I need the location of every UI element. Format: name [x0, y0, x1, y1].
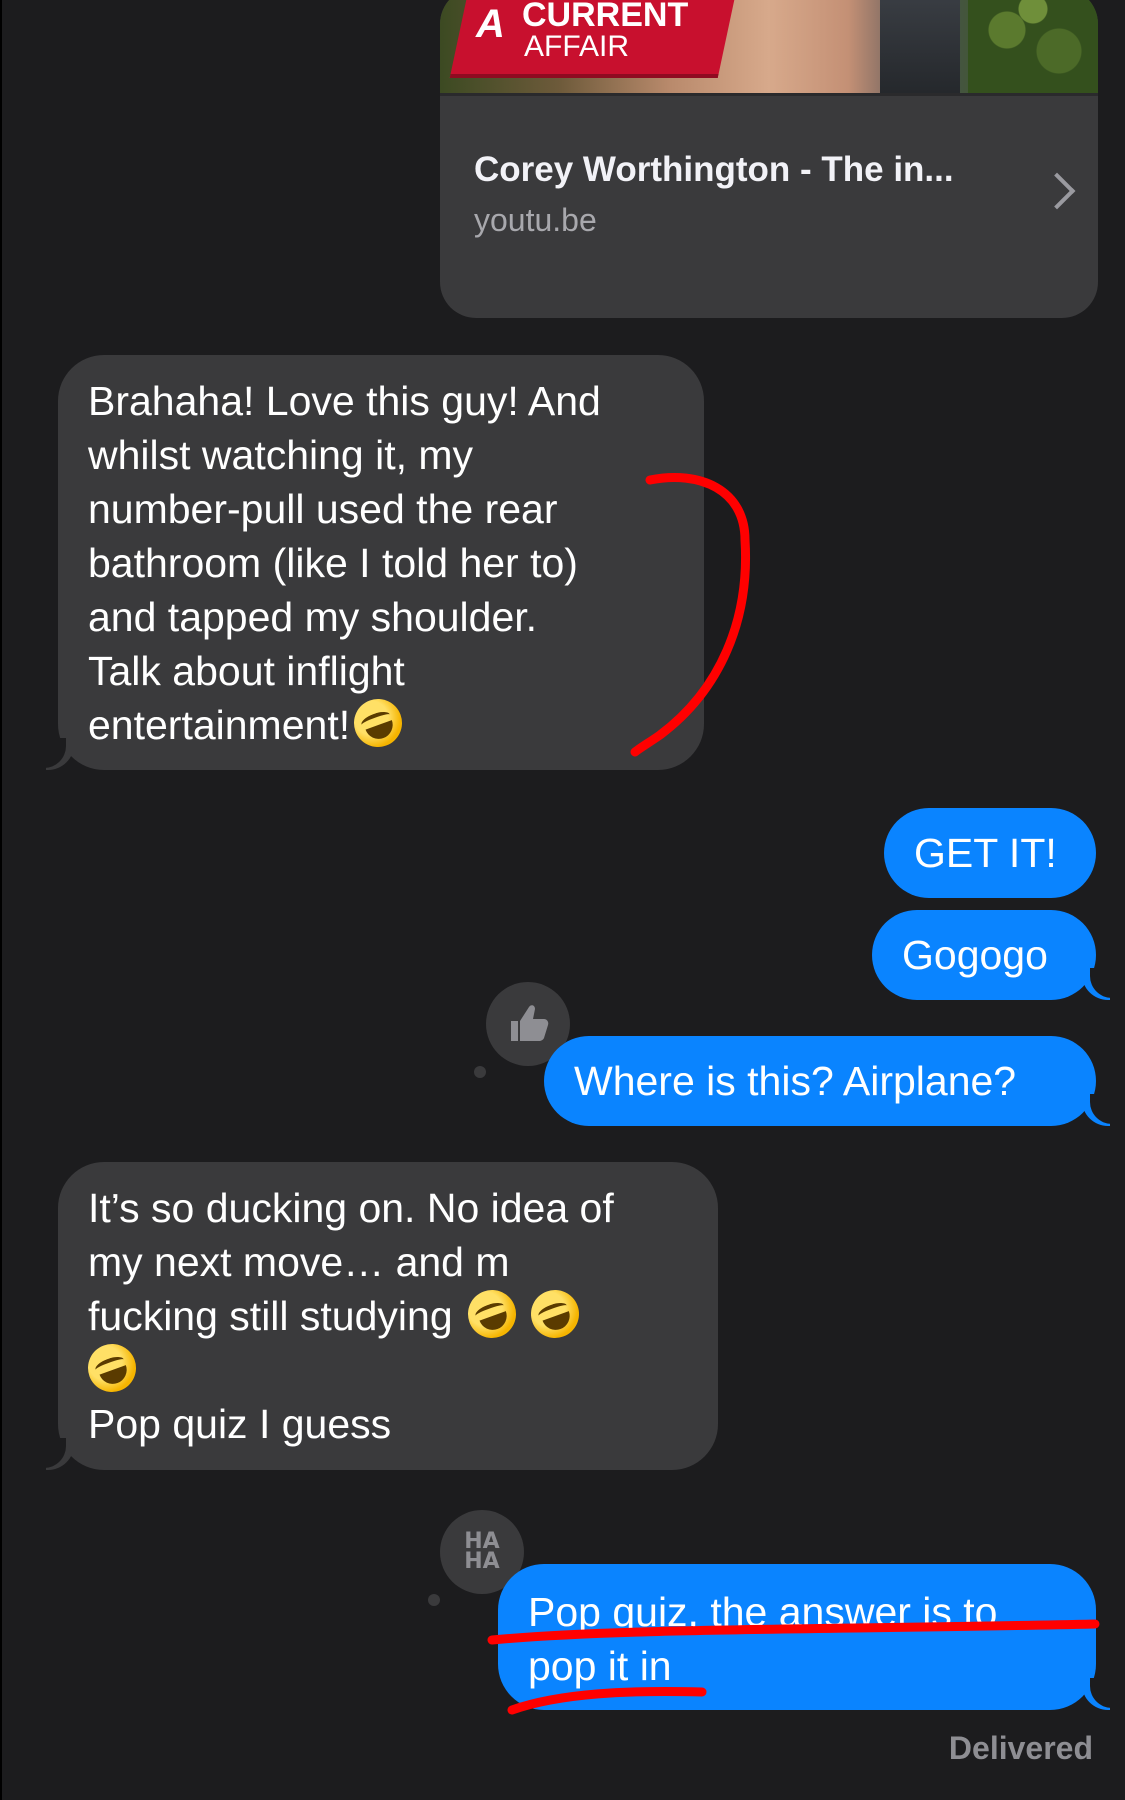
- video-thumbnail: A CURRENT AFFAIR: [440, 0, 1098, 93]
- sent-message-bubble[interactable]: GET IT!: [884, 808, 1096, 898]
- delivery-status: Delivered: [948, 1730, 1093, 1766]
- sent-message-bubble[interactable]: Where is this? Airplane?: [544, 1036, 1120, 1126]
- thumbs-up-icon: [511, 1005, 549, 1041]
- logo-line-2: AFFAIR: [524, 30, 630, 63]
- rofl-emoji-icon: [524, 1283, 587, 1345]
- message-line-with-emoji: entertainment!: [88, 692, 674, 754]
- sent-message-bubble[interactable]: Pop quiz, the answer is to pop it in: [498, 1564, 1120, 1710]
- message-text: GET IT!: [914, 830, 1057, 876]
- tapback-dot: [428, 1594, 440, 1606]
- bubble-tail: [1082, 1678, 1120, 1710]
- message-line: Pop quiz I guess: [88, 1401, 392, 1447]
- message-line: Brahaha! Love this guy! And: [88, 378, 601, 424]
- message-text: Where is this? Airplane?: [574, 1058, 1017, 1104]
- message-line: Talk about inflight: [88, 648, 405, 694]
- message-line: whilst watching it, my: [88, 432, 474, 478]
- received-message-bubble[interactable]: Brahaha! Love this guy! And whilst watch…: [36, 355, 704, 770]
- rofl-emoji-icon: [81, 1337, 143, 1399]
- message-line: It’s so ducking on. No idea of: [88, 1185, 614, 1231]
- bubble-tail: [36, 738, 74, 770]
- message-line: bathroom (like I told her to): [88, 540, 578, 586]
- received-message-bubble[interactable]: It’s so ducking on. No idea of my next m…: [36, 1162, 718, 1470]
- bubble-tail: [1082, 1094, 1120, 1126]
- haha-icon: HA HA: [464, 1529, 500, 1574]
- link-preview-card[interactable]: A CURRENT AFFAIR Corey Worthington - The…: [440, 0, 1098, 318]
- message-line: pop it in: [528, 1643, 672, 1689]
- message-line-with-emoji: fucking still studying: [88, 1283, 688, 1345]
- message-line: my next move… and m: [88, 1239, 510, 1285]
- message-line: number-pull used the rear: [88, 486, 558, 532]
- bubble-tail: [36, 1438, 74, 1470]
- chevron-right-icon[interactable]: [1038, 172, 1076, 210]
- emoji-line: [81, 1337, 688, 1399]
- sent-message-bubble[interactable]: Gogogo: [872, 910, 1120, 1000]
- message-text: fucking still studying: [88, 1293, 453, 1339]
- message-line: Pop quiz, the answer is to: [528, 1589, 998, 1635]
- rofl-emoji-icon: [461, 1283, 523, 1345]
- thumbnail-divider: [440, 93, 1098, 96]
- tapback-dot: [474, 1066, 486, 1078]
- link-title: Corey Worthington - The in...: [474, 150, 954, 189]
- rofl-emoji-icon: [347, 692, 409, 754]
- message-text: Gogogo: [902, 932, 1048, 978]
- message-text: entertainment!: [88, 702, 351, 748]
- window-edge: [0, 0, 2, 1800]
- link-domain: youtu.be: [474, 202, 597, 238]
- message-line: and tapped my shoulder.: [88, 594, 538, 640]
- thumbnail-jacket: [880, 0, 960, 93]
- thumbnail-foliage: [968, 0, 1098, 93]
- bubble-tail: [1082, 968, 1120, 1000]
- logo-letter: A: [476, 2, 505, 46]
